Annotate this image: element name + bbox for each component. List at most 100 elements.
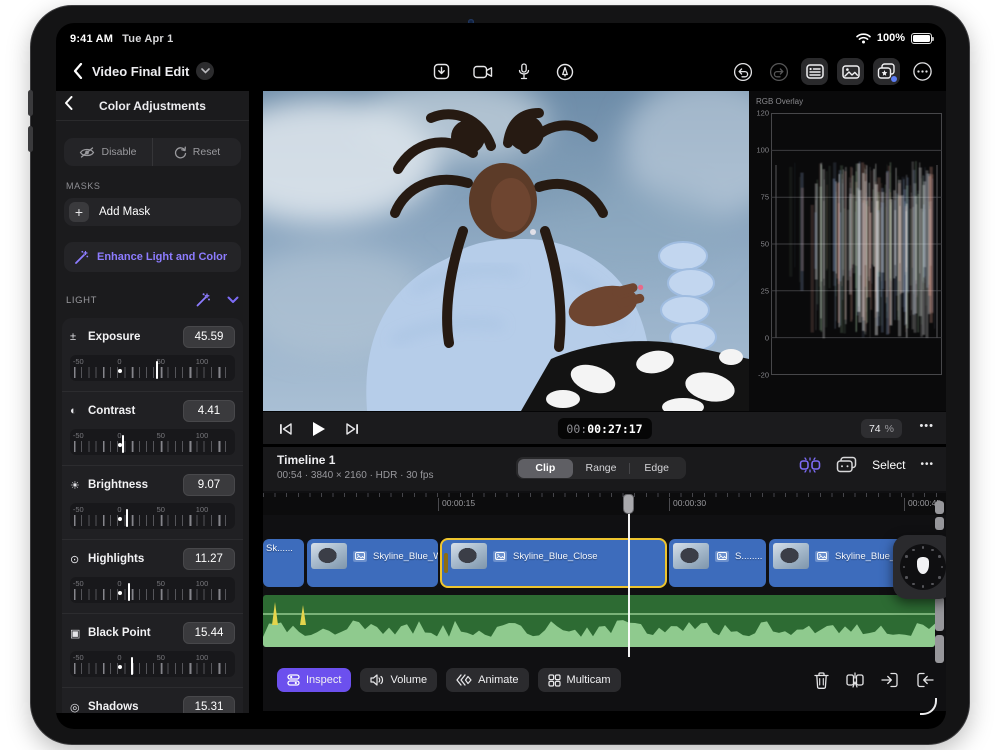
browser-panel-icon[interactable] <box>801 58 828 85</box>
viewer-video-frame <box>263 91 749 411</box>
image-icon <box>715 551 729 562</box>
zoom-unit: % <box>885 423 894 435</box>
overwrite-icon[interactable] <box>916 672 934 688</box>
image-icon <box>815 551 829 562</box>
volume-down-button[interactable] <box>28 126 33 152</box>
multicam-button[interactable]: Multicam <box>538 668 621 692</box>
speaker-icon <box>370 674 384 686</box>
highlights-icon: ⊙ <box>70 553 88 566</box>
volume-button[interactable]: Volume <box>360 668 437 692</box>
mode-clip[interactable]: Clip <box>518 459 574 478</box>
insert-icon[interactable] <box>881 672 899 688</box>
viewer-zoom-control[interactable]: 74 % <box>861 419 902 438</box>
reset-button[interactable]: Reset <box>153 138 241 166</box>
collapse-chevron-icon[interactable] <box>227 296 239 304</box>
highlights-value[interactable]: 11.27 <box>183 548 235 570</box>
contrast-value[interactable]: 4.41 <box>183 400 235 422</box>
add-mask-button[interactable]: + Add Mask <box>64 198 241 226</box>
project-menu-chevron-icon[interactable] <box>196 62 214 80</box>
notification-dot <box>891 76 897 82</box>
clip-skyline-blue-close[interactable]: Skyline_Blue_Close <box>441 539 666 587</box>
shadows-value[interactable]: 15.31 <box>183 696 235 713</box>
contrast-icon: ◐ <box>70 405 88 417</box>
panel-title: Color Adjustments <box>99 99 206 113</box>
pencil-draw-icon[interactable] <box>551 58 578 85</box>
timeline-more-button[interactable]: ••• <box>920 459 934 470</box>
scope-title: RGB Overlay <box>756 97 803 106</box>
skip-forward-icon[interactable] <box>346 423 359 435</box>
rgb-scope-panel: RGB Overlay 120 100 75 50 25 0 -20 <box>749 91 946 411</box>
effects-panel-icon[interactable] <box>873 58 900 85</box>
connect-tool-icon[interactable] <box>799 457 821 473</box>
contrast-ruler[interactable]: -50 0 50 100 <box>70 429 235 455</box>
clip-skyline-blue-wide[interactable]: Skyline_Blue_Wide <box>307 539 438 587</box>
split-clip-icon[interactable] <box>846 672 864 688</box>
highlights-ruler[interactable]: -50 0 50 100 <box>70 577 235 603</box>
clips-track: Sk...... Skyline_Blue_Wide Skyline_Blue_… <box>263 539 946 587</box>
clock: 9:41 AM <box>70 33 113 45</box>
playhead-handle[interactable] <box>623 494 634 514</box>
mode-edge[interactable]: Edge <box>629 459 685 478</box>
panel-back-button[interactable] <box>64 96 73 110</box>
clip-skyline-partial-2[interactable]: S........ <box>669 539 766 587</box>
clip-thumbnail <box>773 543 809 569</box>
mode-range[interactable]: Range <box>573 459 629 478</box>
inspect-button[interactable]: Inspect <box>277 668 351 692</box>
enhance-label: Enhance Light and Color <box>97 251 227 263</box>
status-bar: 9:41 AM Tue Apr 1 100% <box>56 23 946 53</box>
audio-track[interactable] <box>263 595 935 647</box>
exposure-ruler[interactable]: -50 0 50 100 <box>70 355 235 381</box>
date: Tue Apr 1 <box>122 33 173 45</box>
clip-skyline-partial[interactable]: Sk...... <box>263 539 304 587</box>
camera-icon[interactable] <box>469 58 496 85</box>
volume-up-button[interactable] <box>28 90 33 116</box>
jog-wheel-pointer <box>917 557 929 574</box>
exposure-value[interactable]: 45.59 <box>183 326 235 348</box>
brightness-ruler[interactable]: -50 0 50 100 <box>70 503 235 529</box>
jog-wheel-dial[interactable] <box>900 544 946 590</box>
clip-stack-icon[interactable] <box>836 456 857 473</box>
select-button[interactable]: Select <box>872 458 905 472</box>
playhead[interactable] <box>628 507 630 657</box>
clip-thumbnail <box>311 543 347 569</box>
masks-heading: MASKS <box>66 181 239 191</box>
trash-icon[interactable] <box>814 672 829 689</box>
wifi-icon <box>856 33 871 44</box>
more-icon[interactable] <box>909 58 936 85</box>
undo-icon[interactable] <box>729 58 756 85</box>
back-button[interactable] <box>66 59 90 83</box>
media-panel-icon[interactable] <box>837 58 864 85</box>
scope-waveform <box>771 113 942 375</box>
clip-thumbnail <box>673 543 709 569</box>
slider-black-point: ▣ Black Point 15.44 -50 0 50 100 <box>62 614 243 688</box>
disable-button[interactable]: Disable <box>64 138 153 166</box>
timeline-ruler[interactable]: 00:00:15 00:00:30 00:00:45 <box>263 493 946 515</box>
magic-wand-icon <box>74 250 89 265</box>
microphone-icon[interactable] <box>510 58 537 85</box>
black-point-ruler[interactable]: -50 0 50 100 <box>70 651 235 677</box>
zoom-value: 74 <box>869 423 881 435</box>
light-section-heading: LIGHT <box>66 295 195 306</box>
skip-back-icon[interactable] <box>279 423 292 435</box>
battery-percent: 100% <box>877 32 905 44</box>
timeline-title: Timeline 1 <box>277 453 335 467</box>
inspect-icon <box>287 674 300 686</box>
light-sliders-group: ± Exposure 45.59 -50 0 50 100 ◐ <box>62 318 243 713</box>
black-point-value[interactable]: 15.44 <box>183 622 235 644</box>
eye-slash-icon <box>79 147 95 158</box>
resize-corner-handle[interactable] <box>920 698 937 715</box>
auto-enhance-icon[interactable] <box>195 292 211 308</box>
keyframes-icon <box>456 674 472 686</box>
black-point-icon: ▣ <box>70 627 88 640</box>
jog-wheel[interactable] <box>893 535 946 599</box>
ipad-frame: 9:41 AM Tue Apr 1 100% Video Final Edit <box>30 5 970 745</box>
slider-shadows: ◎ Shadows 15.31 -50 0 50 100 <box>62 688 243 713</box>
animate-button[interactable]: Animate <box>446 668 528 692</box>
brightness-value[interactable]: 9.07 <box>183 474 235 496</box>
play-button[interactable] <box>312 421 326 437</box>
video-viewer <box>263 91 749 411</box>
enhance-button[interactable]: Enhance Light and Color <box>64 242 241 272</box>
viewer-more-button[interactable]: ••• <box>919 420 934 432</box>
import-icon[interactable] <box>428 58 455 85</box>
slider-brightness: ☀ Brightness 9.07 -50 0 50 100 <box>62 466 243 540</box>
